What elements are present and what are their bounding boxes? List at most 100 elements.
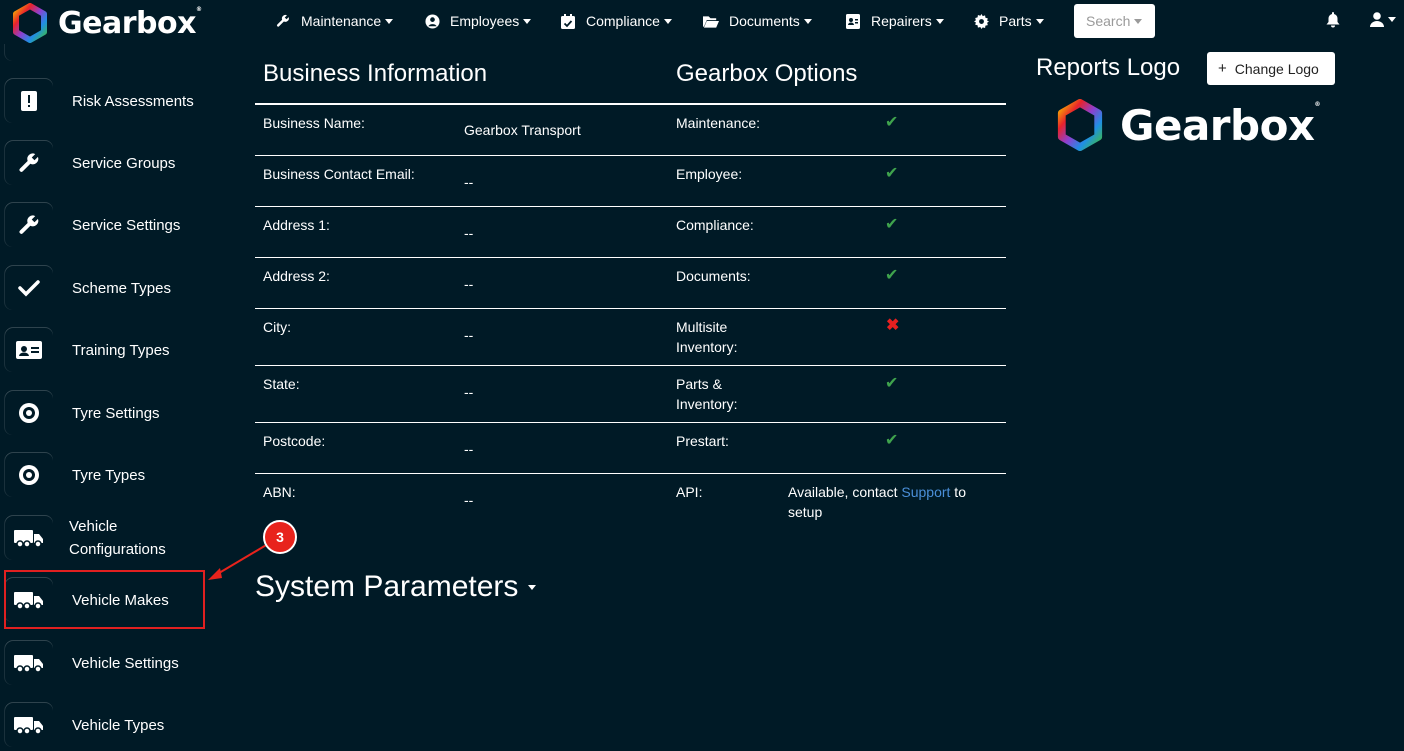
- table-row: City: --: [255, 309, 668, 366]
- nav-employees[interactable]: Employees: [424, 11, 532, 31]
- nav-label: Employees: [450, 13, 520, 29]
- field-label: Business Contact Email:: [263, 166, 415, 182]
- sidebar: Risk Assessments Service Groups Service …: [0, 44, 216, 751]
- table-row: Multisite Inventory: ✖: [668, 309, 1006, 366]
- change-logo-button[interactable]: + Change Logo: [1207, 52, 1335, 85]
- nav-parts[interactable]: Parts: [973, 11, 1044, 31]
- sidebar-item-scheme-types[interactable]: Scheme Types: [0, 259, 210, 317]
- table-row: Business Name: Gearbox Transport: [255, 104, 668, 156]
- sidebar-item-label: Scheme Types: [72, 279, 171, 297]
- table-row: Address 1: --: [255, 207, 668, 258]
- caret-down-icon: [1035, 18, 1044, 24]
- sidebar-item-vehicle-settings[interactable]: Vehicle Settings: [0, 634, 210, 692]
- check-icon: ✔: [885, 267, 899, 284]
- api-status: Available, contact Support to setup: [788, 482, 988, 522]
- field-label: Address 2:: [263, 268, 330, 284]
- sidebar-item-training-types[interactable]: Training Types: [0, 321, 210, 379]
- caret-down-icon: [385, 18, 394, 24]
- nav-repairers[interactable]: Repairers: [845, 11, 944, 31]
- reports-logo-title: Reports Logo: [1036, 54, 1181, 81]
- search-dropdown[interactable]: Search: [1074, 4, 1155, 38]
- table-row: Postcode: --: [255, 423, 668, 474]
- reports-logo-name: Gearbox®: [1120, 100, 1321, 150]
- caret-down-icon: [663, 18, 672, 24]
- nav-documents[interactable]: Documents: [703, 11, 812, 31]
- user-icon: [1370, 12, 1384, 27]
- sidebar-item-risk-assessments[interactable]: Risk Assessments: [0, 72, 210, 130]
- support-link[interactable]: Support: [901, 484, 950, 500]
- sidebar-item-partial[interactable]: [0, 44, 210, 68]
- caret-down-icon: [523, 18, 532, 24]
- field-value: --: [464, 441, 474, 457]
- change-logo-label: Change Logo: [1234, 60, 1319, 77]
- table-row: ABN: --: [255, 474, 668, 525]
- gearbox-hexagon-icon: [1057, 99, 1103, 151]
- bell-icon[interactable]: [1326, 12, 1340, 33]
- sidebar-item-service-settings[interactable]: Service Settings: [0, 196, 210, 254]
- field-value: --: [464, 384, 474, 400]
- plus-icon: +: [1218, 60, 1227, 77]
- field-label: Address 1:: [263, 217, 330, 233]
- caret-down-icon: [935, 18, 944, 24]
- field-value: --: [464, 174, 474, 190]
- search-label: Search: [1086, 13, 1131, 29]
- wrench-icon: [5, 141, 53, 185]
- sidebar-item-tyre-types[interactable]: Tyre Types: [0, 446, 210, 504]
- table-row: Address 2: --: [255, 258, 668, 309]
- step-badge: 3: [263, 520, 297, 554]
- business-info-title: Business Information: [263, 60, 488, 87]
- wrench-icon: [275, 13, 291, 29]
- table-row: Business Contact Email: --: [255, 156, 668, 207]
- wrench-icon: [5, 44, 53, 61]
- check-icon: ✔: [885, 432, 899, 449]
- table-row: Parts & Inventory: ✔: [668, 366, 1006, 423]
- checkmark-icon: [5, 266, 53, 310]
- field-label: Business Name:: [263, 115, 365, 131]
- field-value: --: [464, 225, 474, 241]
- truck-icon: [5, 641, 53, 685]
- system-parameters-toggle[interactable]: System Parameters: [255, 570, 537, 604]
- sidebar-item-label: Vehicle Types: [72, 716, 165, 734]
- table-row: Documents: ✔: [668, 258, 1006, 309]
- field-label: City:: [263, 319, 291, 335]
- folder-open-icon: [703, 13, 719, 29]
- sidebar-item-vehicle-types[interactable]: Vehicle Types: [0, 696, 210, 751]
- caret-down-icon: [803, 18, 812, 24]
- sidebar-item-service-groups[interactable]: Service Groups: [0, 134, 210, 192]
- option-label: Parts & Inventory:: [676, 376, 738, 412]
- nav-maintenance[interactable]: Maintenance: [275, 11, 394, 31]
- field-value: --: [464, 327, 474, 343]
- nav-label: Maintenance: [301, 13, 382, 29]
- tyre-icon: [5, 453, 53, 497]
- sidebar-item-label: Training Types: [72, 341, 170, 359]
- system-parameters-title: System Parameters: [255, 570, 519, 603]
- field-label: Postcode:: [263, 433, 326, 449]
- field-value: --: [464, 492, 474, 508]
- sidebar-item-tyre-settings[interactable]: Tyre Settings: [0, 384, 210, 442]
- option-label: Maintenance:: [676, 115, 761, 131]
- truck-icon: [5, 516, 53, 560]
- field-value: --: [464, 276, 474, 292]
- api-status-text: Available, contact: [788, 484, 902, 500]
- option-label: Documents:: [676, 268, 751, 284]
- caret-down-icon: [528, 584, 537, 590]
- alert-doc-icon: [5, 79, 53, 123]
- check-icon: ✔: [885, 375, 899, 392]
- nav-compliance[interactable]: Compliance: [560, 11, 672, 31]
- field-value: Gearbox Transport: [464, 122, 581, 138]
- check-icon: ✔: [885, 216, 899, 233]
- sidebar-item-label: Vehicle Settings: [72, 654, 179, 672]
- sidebar-item-vehicle-configurations[interactable]: Vehicle Configurations: [0, 509, 210, 567]
- id-card-icon: [5, 328, 53, 372]
- brand-logo[interactable]: Gearbox®: [10, 3, 202, 43]
- top-navbar: Gearbox® Maintenance Employees Complianc…: [0, 0, 1404, 44]
- option-label: Compliance:: [676, 217, 754, 233]
- sidebar-item-label: Service Settings: [72, 216, 181, 234]
- reports-logo-preview: Gearbox®: [1054, 99, 1320, 151]
- table-row: Maintenance: ✔: [668, 104, 1006, 156]
- user-menu[interactable]: [1370, 12, 1396, 27]
- sidebar-item-label: Risk Assessments: [72, 92, 194, 110]
- check-icon: ✔: [885, 114, 899, 131]
- gear-icon: [973, 13, 989, 29]
- calendar-check-icon: [560, 13, 576, 29]
